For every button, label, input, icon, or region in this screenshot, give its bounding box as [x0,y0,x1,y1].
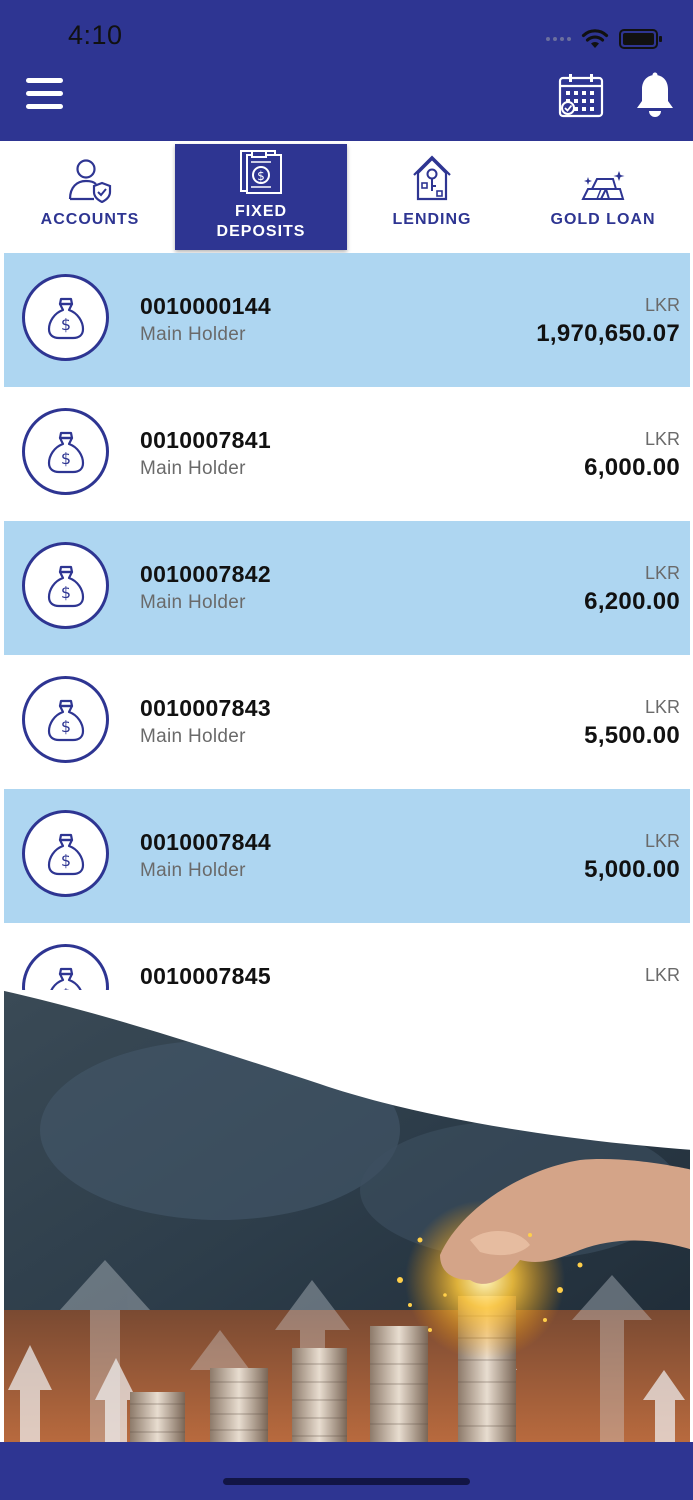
money-bag-icon: $ [22,542,109,629]
account-number: 0010007844 [140,829,271,855]
holder-type: Main Holder [140,726,246,747]
top-app-bar: 4:10 [0,0,693,141]
currency-code: LKR [644,429,680,449]
svg-text:$: $ [60,315,70,334]
deposit-amount: 6,200.00 [584,588,680,615]
svg-text:$: $ [60,717,70,736]
holder-type: Main Holder [140,458,246,479]
battery-icon [619,29,662,49]
currency-code: LKR [644,965,680,985]
tab-accounts[interactable]: ACCOUNTS [4,144,176,250]
money-bag-icon: $ [22,274,109,361]
deposit-amount: 5,000.00 [584,856,680,883]
tab-gold-loan-label: GOLD LOAN [550,211,656,228]
holder-type: Main Holder [140,592,246,613]
deposit-row[interactable]: $ 0010007845 LKR [4,923,690,995]
holder-type: Main Holder [140,860,246,881]
house-key-icon [413,155,451,201]
status-time: 4:10 [68,20,123,50]
account-number: 0010007842 [140,561,271,587]
tab-lending-label: LENDING [392,211,472,228]
tab-lending[interactable]: LENDING [346,144,518,250]
currency-code: LKR [644,697,680,717]
calendar-icon[interactable] [558,72,604,118]
status-icons [546,24,663,54]
svg-text:$: $ [60,449,70,468]
deposit-document-icon: $ [240,150,282,194]
deposit-row[interactable]: $ 0010007842 Main Holder LKR 6,200.00 [4,521,690,655]
deposit-row[interactable]: $ 0010007843 Main Holder LKR 5,500.00 [4,655,690,789]
menu-button[interactable] [26,78,66,112]
money-bag-icon: $ [22,810,109,897]
account-number: 0010007845 [140,963,271,989]
svg-text:$: $ [257,169,265,183]
money-bag-icon: $ [22,676,109,763]
tab-gold-loan[interactable]: GOLD LOAN [517,144,689,250]
money-bag-icon: $ [22,408,109,495]
gold-bars-icon [581,171,625,200]
product-tabs: ACCOUNTS $ FIXED DEPOSITS LENDING GOLD L… [0,141,693,253]
money-bag-icon: $ [22,944,109,995]
currency-code: LKR [644,295,680,315]
account-number: 0010007843 [140,695,271,721]
deposit-row[interactable]: $ 0010007844 Main Holder LKR 5,000.00 [4,789,690,923]
currency-code: LKR [644,563,680,583]
svg-text:$: $ [60,851,70,870]
svg-text:$: $ [60,583,70,602]
wifi-icon [581,29,609,48]
account-number: 0010000144 [140,293,271,319]
tab-accounts-label: ACCOUNTS [40,211,140,228]
user-shield-icon [68,159,112,203]
deposit-row[interactable]: $ 0010000144 Main Holder LKR 1,970,650.0… [4,253,690,387]
tab-fixed-deposits-label: FIXED DEPOSITS [216,203,306,240]
home-indicator[interactable] [223,1478,470,1485]
deposit-amount: 1,970,650.07 [536,320,680,347]
currency-code: LKR [644,831,680,851]
savings-growth-banner [0,990,693,1442]
deposit-row[interactable]: $ 0010007841 Main Holder LKR 6,000.00 [4,387,690,521]
cellular-signal-icon [546,37,571,41]
account-number: 0010007841 [140,427,271,453]
hamburger-menu-icon [26,78,63,83]
tab-fixed-deposits[interactable]: $ FIXED DEPOSITS [175,144,347,250]
holder-type: Main Holder [140,324,246,345]
fixed-deposit-list: $ 0010000144 Main Holder LKR 1,970,650.0… [4,253,690,995]
deposit-amount: 5,500.00 [584,722,680,749]
bell-icon[interactable] [633,72,677,118]
deposit-amount: 6,000.00 [584,454,680,481]
bottom-bar [0,1442,693,1500]
